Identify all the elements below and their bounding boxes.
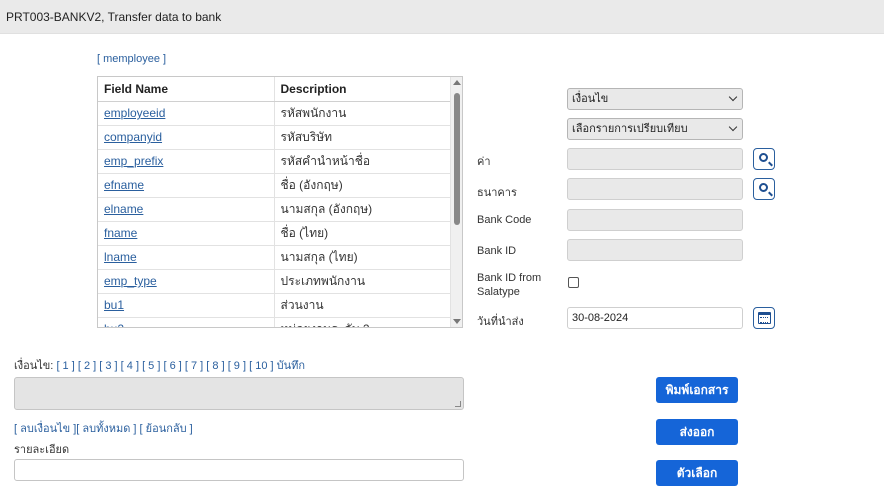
- condition-link[interactable]: [ 4 ]: [121, 360, 139, 372]
- header-field-name: Field Name: [98, 77, 275, 102]
- condition-link[interactable]: [ 8 ]: [206, 360, 224, 372]
- table-row[interactable]: employeeid รหัสพนักงาน: [98, 101, 451, 126]
- field-description: รหัสพนักงาน: [274, 101, 451, 126]
- field-description: ประเภทพนักงาน: [274, 269, 451, 294]
- bank-field[interactable]: [567, 178, 743, 200]
- field-description: รหัสคำนำหน้าชื่อ: [274, 149, 451, 174]
- condition-select-value: เงื่อนไข: [572, 93, 609, 105]
- field-link[interactable]: emp_prefix: [104, 154, 163, 168]
- table-row[interactable]: elname นามสกุล (อังกฤษ): [98, 197, 451, 222]
- field-link[interactable]: emp_type: [104, 274, 157, 288]
- condition-link[interactable]: [ 3 ]: [99, 360, 117, 372]
- detail-input[interactable]: [14, 459, 464, 481]
- field-description: นามสกุล (ไทย): [274, 245, 451, 270]
- field-link[interactable]: bu1: [104, 298, 124, 312]
- print-button[interactable]: พิมพ์เอกสาร: [656, 377, 738, 403]
- bank-code-label: Bank Code: [477, 214, 532, 226]
- condition-prefix: เงื่อนไข:: [14, 360, 54, 372]
- search-icon: [759, 153, 768, 162]
- table-name-label: [ memployee ]: [97, 53, 167, 65]
- bank-id-salatype-checkbox[interactable]: [568, 277, 579, 288]
- condition-link[interactable]: [ 2 ]: [78, 360, 96, 372]
- condition-link[interactable]: [ 10 ]: [249, 360, 273, 372]
- field-link[interactable]: companyid: [104, 130, 162, 144]
- condition-link[interactable]: [ 7 ]: [185, 360, 203, 372]
- detail-label: รายละเอียด: [14, 444, 70, 456]
- bank-id-salatype-label: Bank ID from Salatype: [477, 272, 542, 298]
- field-link[interactable]: lname: [104, 250, 137, 264]
- window-title: PRT003-BANKV2, Transfer data to bank: [6, 10, 222, 24]
- options-button[interactable]: ตัวเลือก: [656, 460, 738, 486]
- bank-label: ธนาคาร: [477, 187, 517, 199]
- send-date-field[interactable]: 30-08-2024: [567, 307, 743, 329]
- field-link[interactable]: efname: [104, 178, 144, 192]
- condition-link[interactable]: [ 6 ]: [163, 360, 181, 372]
- field-description: ชื่อ (อังกฤษ): [274, 173, 451, 198]
- search-icon: [759, 183, 768, 192]
- delete-all-link[interactable]: [ ลบทั้งหมด ]: [76, 423, 136, 435]
- grid-header-row: Field Name Description: [98, 77, 451, 102]
- grid-scrollbar[interactable]: [450, 77, 462, 327]
- condition-select[interactable]: เงื่อนไข: [567, 88, 743, 110]
- chevron-down-icon: [728, 92, 738, 102]
- value-search-button[interactable]: [753, 148, 775, 170]
- date-picker-button[interactable]: [753, 307, 775, 329]
- save-condition-link[interactable]: บันทึก: [277, 360, 305, 372]
- field-link[interactable]: employeeid: [104, 106, 165, 120]
- field-link[interactable]: elname: [104, 202, 143, 216]
- condition-list: เงื่อนไข: [ 1 ] [ 2 ] [ 3 ] [ 4 ] [ 5 ] …: [14, 356, 305, 374]
- table-row[interactable]: emp_type ประเภทพนักงาน: [98, 269, 451, 294]
- table-row[interactable]: emp_prefix รหัสคำนำหน้าชื่อ: [98, 149, 451, 174]
- field-link[interactable]: bu2: [104, 322, 124, 327]
- bank-search-button[interactable]: [753, 178, 775, 200]
- value-label: ค่า: [477, 156, 491, 168]
- table-row[interactable]: fname ชื่อ (ไทย): [98, 221, 451, 246]
- field-description: ส่วนงาน: [274, 293, 451, 318]
- field-link[interactable]: fname: [104, 226, 137, 240]
- field-description: หน่วยงานระดับ 2: [274, 317, 451, 327]
- table-row[interactable]: bu1 ส่วนงาน: [98, 293, 451, 318]
- export-button[interactable]: ส่งออก: [656, 419, 738, 445]
- table-row[interactable]: lname นามสกุล (ไทย): [98, 245, 451, 270]
- delete-condition-link[interactable]: [ ลบเงื่อนไข ]: [14, 423, 76, 435]
- chevron-down-icon: [728, 122, 738, 132]
- field-description: นามสกุล (อังกฤษ): [274, 197, 451, 222]
- calendar-icon: [758, 312, 771, 324]
- back-link[interactable]: [ ย้อนกลับ ]: [140, 423, 193, 435]
- condition-actions: [ ลบเงื่อนไข ][ ลบทั้งหมด ] [ ย้อนกลับ ]: [14, 419, 193, 437]
- table-row[interactable]: efname ชื่อ (อังกฤษ): [98, 173, 451, 198]
- scroll-up-icon[interactable]: [453, 80, 461, 85]
- send-date-label: วันที่นำส่ง: [477, 316, 524, 328]
- scroll-down-icon[interactable]: [453, 319, 461, 324]
- resize-grip-icon[interactable]: [455, 401, 461, 407]
- condition-link[interactable]: [ 9 ]: [228, 360, 246, 372]
- compare-select-value: เลือกรายการเปรียบเทียบ: [572, 123, 688, 135]
- window-title-bar: PRT003-BANKV2, Transfer data to bank: [0, 0, 884, 34]
- condition-textarea[interactable]: [14, 377, 464, 410]
- scroll-thumb[interactable]: [454, 93, 460, 225]
- field-description: รหัสบริษัท: [274, 125, 451, 150]
- table-row[interactable]: bu2 หน่วยงานระดับ 2: [98, 317, 451, 327]
- bank-id-field[interactable]: [567, 239, 743, 261]
- header-description: Description: [274, 77, 451, 102]
- condition-link[interactable]: [ 5 ]: [142, 360, 160, 372]
- bank-id-label: Bank ID: [477, 245, 517, 257]
- compare-select[interactable]: เลือกรายการเปรียบเทียบ: [567, 118, 743, 140]
- table-row[interactable]: companyid รหัสบริษัท: [98, 125, 451, 150]
- bank-code-field[interactable]: [567, 209, 743, 231]
- condition-link[interactable]: [ 1 ]: [56, 360, 74, 372]
- value-field[interactable]: [567, 148, 743, 170]
- field-description: ชื่อ (ไทย): [274, 221, 451, 246]
- field-grid: Field Name Description employeeid รหัสพนั…: [97, 76, 463, 328]
